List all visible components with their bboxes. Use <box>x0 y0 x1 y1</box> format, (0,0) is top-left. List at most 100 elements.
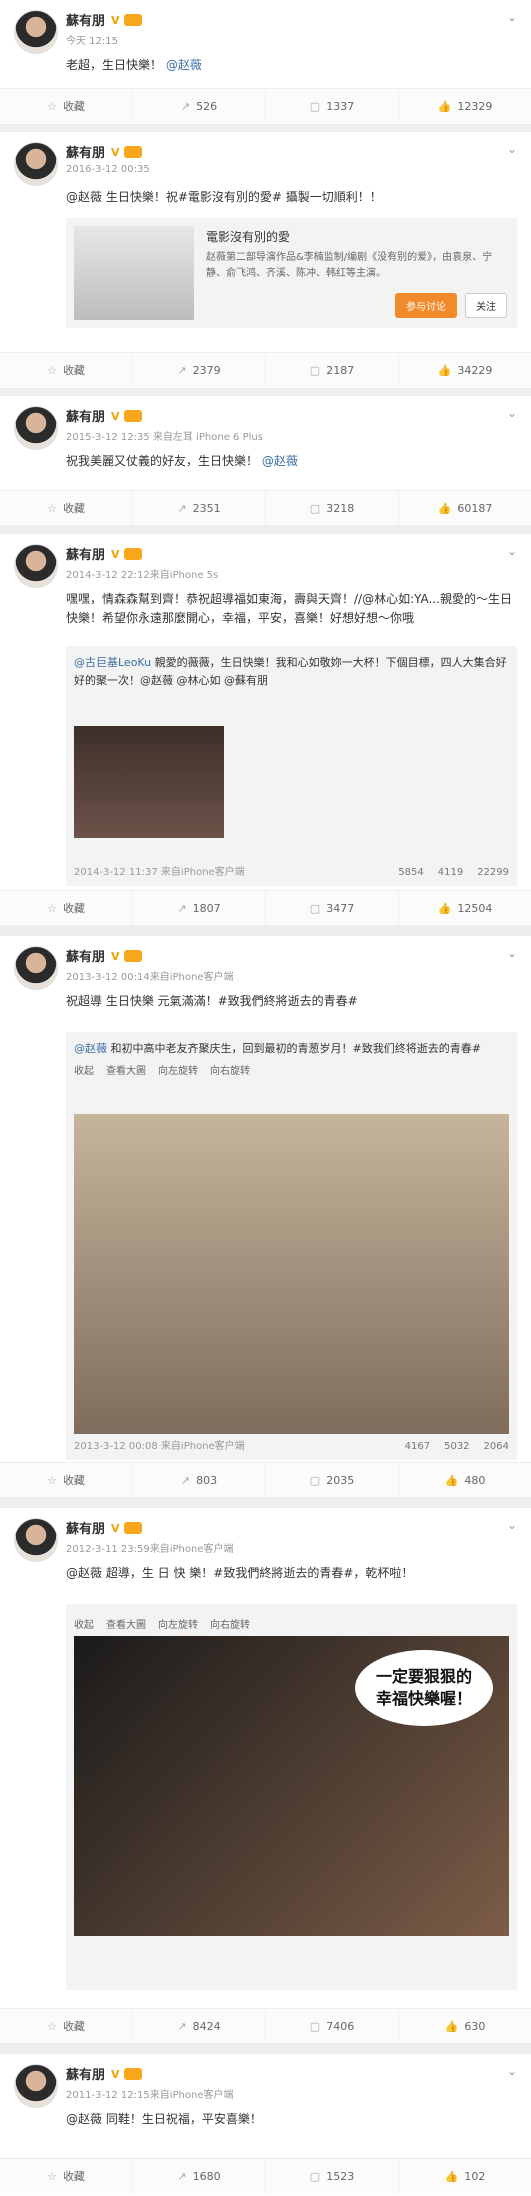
mention[interactable]: @赵薇 <box>166 58 202 72</box>
like-button[interactable]: 👍 480 <box>399 1463 531 1497</box>
follow-button[interactable]: 关注 <box>465 293 507 318</box>
collect-button[interactable]: ☆ 收藏 <box>0 491 133 525</box>
like-button[interactable]: 👍 102 <box>399 2159 531 2193</box>
repost[interactable]: @古巨基LeoKu 親愛的薇薇，生日快樂！我和心如敬妳一大杯！下個目標，四人大集… <box>66 646 517 886</box>
collect-button[interactable]: ☆ 收藏 <box>0 2009 133 2043</box>
repost[interactable]: @赵薇 和初中高中老友齐聚庆生，回到最初的青葱岁月！#致我们终将逝去的青春# 收… <box>66 1032 517 1460</box>
repost-comment-count[interactable]: 5032 <box>444 1441 469 1452</box>
repost-author[interactable]: @赵薇 <box>74 1042 107 1055</box>
collect-button[interactable]: ☆ 收藏 <box>0 89 133 123</box>
avatar[interactable] <box>14 2064 58 2108</box>
repost-author[interactable]: @古巨基LeoKu <box>74 656 151 669</box>
group-photo[interactable] <box>74 1114 509 1434</box>
rotate-right-button[interactable]: 向右旋转 <box>210 1062 250 1077</box>
comment-button[interactable]: ▢ 3218 <box>266 491 399 525</box>
forward-button[interactable]: ↗ 526 <box>133 89 266 123</box>
post-time: 2015-3-12 12:35 来自左耳 iPhone 6 Plus <box>66 432 263 443</box>
chevron-down-icon[interactable]: ⌄ <box>507 2064 517 2078</box>
discuss-button[interactable]: 参与讨论 <box>395 293 457 318</box>
forward-button[interactable]: ↗ 2351 <box>133 491 266 525</box>
action-bar: ☆ 收藏 ↗ 8424 ▢ 7406 👍 630 <box>0 2008 531 2043</box>
forward-button[interactable]: ↗ 8424 <box>133 2009 266 2043</box>
username[interactable]: 蘇有朋 V <box>66 946 142 965</box>
view-large-button[interactable]: 查看大圖 <box>106 1062 146 1077</box>
username[interactable]: 蘇有朋 V <box>66 544 142 563</box>
post-card-3: 蘇有朋 V 2015-3-12 12:35 来自左耳 iPhone 6 Plus … <box>0 396 531 525</box>
collapse-button[interactable]: 收起 <box>74 1616 94 1631</box>
repost[interactable]: 收起 查看大圖 向左旋转 向右旋转 一定要狠狠的幸福快樂喔！ <box>66 1604 517 1990</box>
comment-button[interactable]: ▢ 7406 <box>266 2009 399 2043</box>
chevron-down-icon[interactable]: ⌄ <box>507 1518 517 1532</box>
comment-button[interactable]: ▢ 2187 <box>266 353 399 387</box>
thumbs-up-icon: 👍 <box>437 363 452 377</box>
like-button[interactable]: 👍 12504 <box>399 891 531 925</box>
comment-button[interactable]: ▢ 1337 <box>266 89 399 123</box>
comment-icon: ▢ <box>309 99 321 113</box>
star-icon: ☆ <box>47 363 57 377</box>
repost-comment-count[interactable]: 4119 <box>438 867 463 878</box>
avatar[interactable] <box>14 544 58 588</box>
card-description: 赵薇第二部导演作品&李楠监制/编剧《没有别的爱》，由袁泉、宁静、俞飞鸿、齐溪、陈… <box>206 252 493 279</box>
chevron-down-icon[interactable]: ⌄ <box>507 142 517 156</box>
forward-button[interactable]: ↗ 2379 <box>133 353 266 387</box>
collapse-button[interactable]: 收起 <box>74 1062 94 1077</box>
username[interactable]: 蘇有朋 V <box>66 406 142 425</box>
like-button[interactable]: 👍 630 <box>399 2009 531 2043</box>
forward-button[interactable]: ↗ 1680 <box>133 2159 266 2193</box>
repost-photo[interactable] <box>74 726 224 838</box>
avatar[interactable] <box>14 10 58 54</box>
star-icon: ☆ <box>47 1473 57 1487</box>
repost-like-count[interactable]: 2064 <box>484 1441 509 1452</box>
chevron-down-icon[interactable]: ⌄ <box>507 406 517 420</box>
avatar[interactable] <box>14 406 58 450</box>
like-button[interactable]: 👍 34229 <box>399 353 531 387</box>
collect-button[interactable]: ☆ 收藏 <box>0 2159 133 2193</box>
thumbs-up-icon: 👍 <box>444 2169 459 2183</box>
repost-forward-count[interactable]: 5854 <box>398 867 423 878</box>
username[interactable]: 蘇有朋 V <box>66 10 142 29</box>
forward-icon: ↗ <box>177 2019 187 2033</box>
like-button[interactable]: 👍 12329 <box>399 89 531 123</box>
rotate-left-button[interactable]: 向左旋转 <box>158 1616 198 1631</box>
post-card-6: 蘇有朋 V 2012-3-11 23:59来自iPhone客户端 ⌄ @赵薇 超導… <box>0 1508 531 2043</box>
view-large-button[interactable]: 查看大圖 <box>106 1616 146 1631</box>
rotate-left-button[interactable]: 向左旋转 <box>158 1062 198 1077</box>
forward-icon: ↗ <box>180 1473 191 1487</box>
mention[interactable]: @赵薇 <box>262 454 298 468</box>
post-time: 今天 12:15 <box>66 36 118 47</box>
username[interactable]: 蘇有朋 V <box>66 2064 142 2083</box>
chevron-down-icon[interactable]: ⌄ <box>507 946 517 960</box>
forward-button[interactable]: ↗ 1807 <box>133 891 266 925</box>
meme-photo[interactable]: 一定要狠狠的幸福快樂喔！ <box>74 1636 509 1936</box>
verified-icon: V <box>111 950 120 963</box>
chevron-down-icon[interactable]: ⌄ <box>507 544 517 558</box>
avatar[interactable] <box>14 1518 58 1562</box>
like-button[interactable]: 👍 60187 <box>399 491 531 525</box>
image-tools: 收起 查看大圖 向左旋转 向右旋转 <box>74 1616 509 1631</box>
avatar[interactable] <box>14 946 58 990</box>
comment-button[interactable]: ▢ 3477 <box>266 891 399 925</box>
post-time: 2013-3-12 00:14来自iPhone客户端 <box>66 972 234 983</box>
card-actions: 参与讨论 关注 <box>395 293 507 318</box>
post-header: 蘇有朋 V 2011-3-12 12:15来自iPhone客户端 ⌄ <box>0 2054 531 2110</box>
action-bar: ☆ 收藏 ↗ 526 ▢ 1337 👍 12329 <box>0 88 531 123</box>
collect-button[interactable]: ☆ 收藏 <box>0 1463 133 1497</box>
rotate-right-button[interactable]: 向右旋转 <box>210 1616 250 1631</box>
collect-button[interactable]: ☆ 收藏 <box>0 891 133 925</box>
username[interactable]: 蘇有朋 V <box>66 142 142 161</box>
comment-button[interactable]: ▢ 2035 <box>266 1463 399 1497</box>
comment-button[interactable]: ▢ 1523 <box>266 2159 399 2193</box>
forward-button[interactable]: ↗ 803 <box>133 1463 266 1497</box>
username[interactable]: 蘇有朋 V <box>66 1518 142 1537</box>
action-bar: ☆ 收藏 ↗ 2379 ▢ 2187 👍 34229 <box>0 352 531 387</box>
link-card[interactable]: 電影沒有別的愛 赵薇第二部导演作品&李楠监制/编剧《没有别的爱》，由袁泉、宁静、… <box>66 218 517 328</box>
star-icon: ☆ <box>47 99 57 113</box>
thumbs-up-icon: 👍 <box>444 2019 459 2033</box>
repost-like-count[interactable]: 22299 <box>477 867 509 878</box>
post-text: @赵薇 超導，生 日 快 樂！#致我們終將逝去的青春#，乾杯啦！ <box>66 1566 414 1580</box>
action-bar: ☆ 收藏 ↗ 803 ▢ 2035 👍 480 <box>0 1462 531 1497</box>
avatar[interactable] <box>14 142 58 186</box>
repost-forward-count[interactable]: 4167 <box>405 1441 430 1452</box>
collect-button[interactable]: ☆ 收藏 <box>0 353 133 387</box>
chevron-down-icon[interactable]: ⌄ <box>507 10 517 24</box>
